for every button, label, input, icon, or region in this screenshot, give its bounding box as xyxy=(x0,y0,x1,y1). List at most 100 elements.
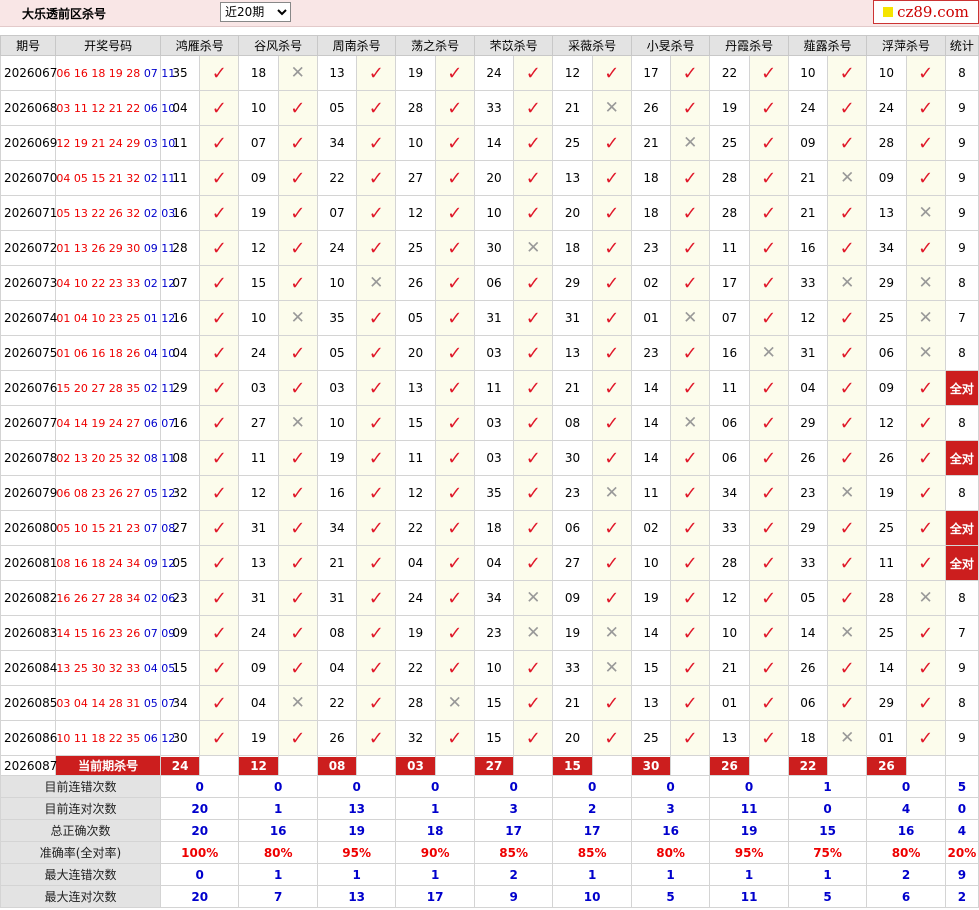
check-icon: ✓ xyxy=(290,482,306,504)
cross-icon: ✕ xyxy=(526,588,541,608)
current-blank xyxy=(591,755,632,776)
current-kill: 30 xyxy=(630,755,672,776)
check-icon: ✓ xyxy=(211,377,227,399)
kill-number: 19 xyxy=(866,475,907,511)
kill-number: 27 xyxy=(238,405,279,441)
check-icon: ✓ xyxy=(761,237,777,259)
result-mark: ✓ xyxy=(670,650,711,686)
check-icon: ✓ xyxy=(761,622,777,644)
check-icon: ✓ xyxy=(761,412,777,434)
kill-number: 31 xyxy=(552,300,593,336)
cross-icon: ✕ xyxy=(918,273,933,293)
stats-value: 1 xyxy=(552,863,632,886)
period-select[interactable]: 近20期 xyxy=(220,2,291,22)
result-mark: ✓ xyxy=(434,370,475,406)
blue-balls: 09 12 xyxy=(143,556,176,570)
check-icon: ✓ xyxy=(211,657,227,679)
check-icon: ✓ xyxy=(604,167,620,189)
kill-number: 19 xyxy=(630,580,672,616)
col-header: 开奖号码 xyxy=(55,35,161,56)
kill-number: 03 xyxy=(238,370,279,406)
kill-number: 11 xyxy=(473,370,515,406)
check-icon: ✓ xyxy=(368,552,384,574)
red-balls: 04 14 19 24 27 xyxy=(56,416,141,430)
kill-number: 06 xyxy=(709,440,750,476)
kill-number: 25 xyxy=(709,125,750,161)
check-icon: ✓ xyxy=(761,202,777,224)
stats-value: 17 xyxy=(395,885,475,908)
check-icon: ✓ xyxy=(918,167,934,189)
row-total: 9 xyxy=(944,125,979,161)
check-icon: ✓ xyxy=(447,517,463,539)
check-icon: ✓ xyxy=(682,447,698,469)
check-icon: ✓ xyxy=(211,692,227,714)
table-row: 2026085 03 04 14 28 31 05 07 34 ✓ 04 ✕ 22 ✓ 28 ✕ 1… xyxy=(0,685,979,721)
red-balls: 02 13 20 25 32 xyxy=(56,451,141,465)
kill-number: 24 xyxy=(238,335,279,371)
check-icon: ✓ xyxy=(682,62,698,84)
current-kill: 22 xyxy=(787,755,829,776)
kill-number: 01 xyxy=(866,720,907,756)
blue-balls: 06 07 xyxy=(143,416,176,430)
stats-value: 0 xyxy=(159,775,240,798)
check-icon: ✓ xyxy=(447,237,463,259)
blue-balls: 02 12 xyxy=(143,276,176,290)
kill-number: 29 xyxy=(866,265,907,301)
draw-numbers: 05 13 22 26 32 02 03 xyxy=(55,195,175,231)
result-mark: ✓ xyxy=(670,685,711,721)
stats-total: 5 xyxy=(944,775,979,798)
result-mark: ✓ xyxy=(277,160,318,196)
result-mark: ✓ xyxy=(827,55,868,91)
check-icon: ✓ xyxy=(211,412,227,434)
result-mark: ✕ xyxy=(356,265,397,301)
kill-number: 18 xyxy=(787,720,829,756)
check-icon: ✓ xyxy=(839,412,855,434)
result-mark: ✓ xyxy=(905,55,946,91)
result-mark: ✓ xyxy=(356,650,397,686)
check-icon: ✓ xyxy=(290,237,306,259)
stats-value: 3 xyxy=(473,797,554,820)
result-mark: ✓ xyxy=(513,440,554,476)
kill-number: 13 xyxy=(866,195,907,231)
kill-number: 12 xyxy=(395,195,436,231)
check-icon: ✓ xyxy=(761,657,777,679)
stats-value: 0 xyxy=(238,775,318,798)
result-mark: ✓ xyxy=(199,615,240,651)
site-logo[interactable]: cz89.com xyxy=(873,0,979,24)
current-blank xyxy=(827,755,868,776)
stats-value: 3 xyxy=(630,797,711,820)
result-mark: ✕ xyxy=(905,580,946,616)
stats-value: 1 xyxy=(238,863,318,886)
check-icon: ✓ xyxy=(368,412,384,434)
current-kill-value: 08 xyxy=(317,756,357,775)
check-icon: ✓ xyxy=(447,132,463,154)
check-icon: ✓ xyxy=(525,97,541,119)
result-mark: ✓ xyxy=(513,370,554,406)
result-mark: ✓ xyxy=(434,545,475,581)
cross-icon: ✕ xyxy=(604,98,619,118)
draw-numbers: 12 19 21 24 29 03 10 xyxy=(55,125,175,161)
row-total: 8 xyxy=(944,475,979,511)
blue-balls: 03 10 xyxy=(143,136,176,150)
check-icon: ✓ xyxy=(368,482,384,504)
kill-number: 09 xyxy=(866,160,907,196)
kill-number: 14 xyxy=(630,405,672,441)
current-kill-value: 27 xyxy=(474,756,514,775)
result-mark: ✓ xyxy=(591,160,632,196)
red-balls: 05 10 15 21 23 xyxy=(56,521,141,535)
kill-number: 24 xyxy=(473,55,515,91)
cross-icon: ✕ xyxy=(918,588,933,608)
red-balls: 04 05 15 21 32 xyxy=(56,171,141,185)
page-title: 大乐透前区杀号 xyxy=(22,7,107,21)
current-blank xyxy=(670,755,711,776)
red-balls: 10 11 18 22 35 xyxy=(56,731,141,745)
draw-numbers: 01 13 26 29 30 09 11 xyxy=(55,230,175,266)
result-mark: ✓ xyxy=(434,230,475,266)
check-icon: ✓ xyxy=(368,622,384,644)
draw-numbers: 10 11 18 22 35 06 12 xyxy=(55,720,175,756)
kill-number: 03 xyxy=(473,440,515,476)
stats-label: 最大连对次数 xyxy=(0,885,161,908)
stats-row: 总正确次数 20 16 19 18 17 17 16 19 15 16 4 xyxy=(0,819,979,842)
current-kill: 12 xyxy=(238,755,279,776)
stats-total: 0 xyxy=(944,797,979,820)
